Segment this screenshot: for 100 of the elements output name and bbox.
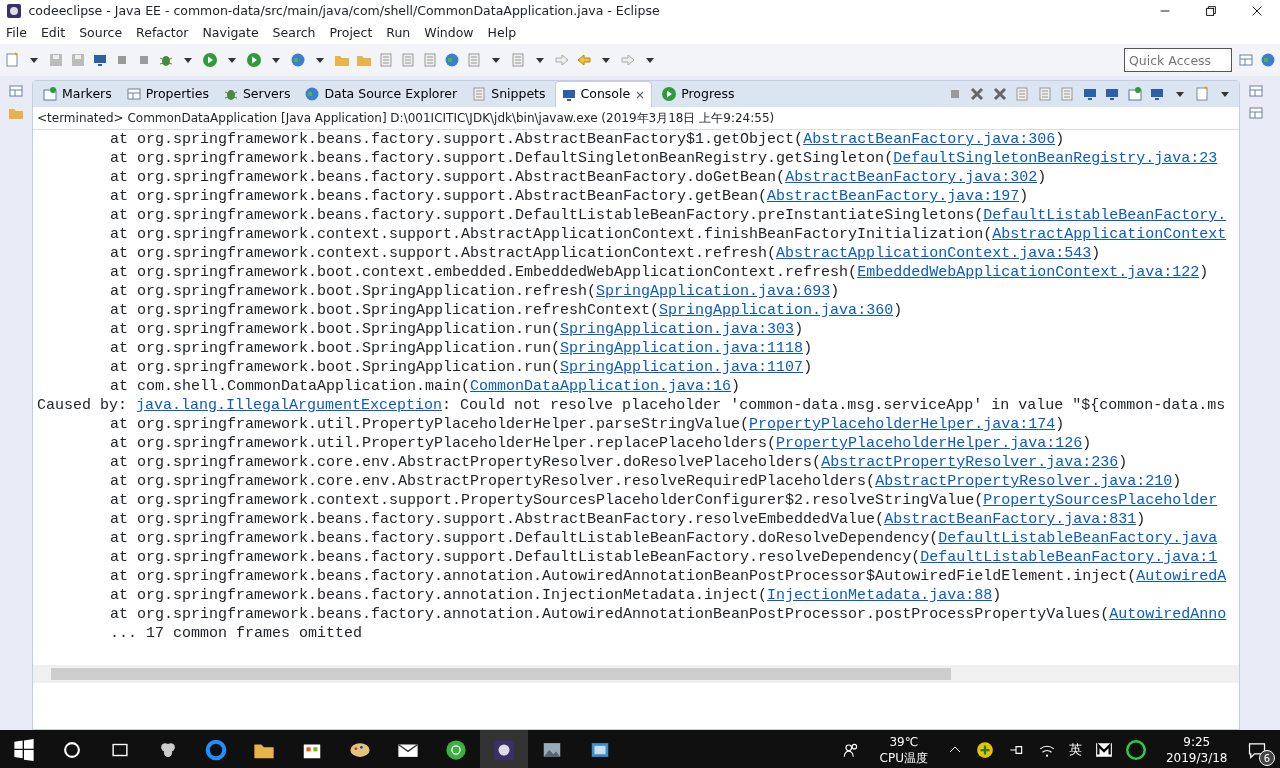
stack-trace-link[interactable]: AbstractPropertyResolver.java:210 [875,473,1173,490]
stack-trace-link[interactable]: SpringApplication.java:1107 [560,359,804,376]
close-icon[interactable] [1250,4,1264,18]
menu-item[interactable]: Navigate [202,23,259,43]
quick-access-field[interactable]: Quick Access [1124,48,1232,72]
stack-trace-link[interactable]: SpringApplication.java:360 [659,302,894,319]
menu-item[interactable]: File [6,23,27,43]
menu-item[interactable]: Project [329,23,373,43]
console-line: at org.springframework.util.PropertyPlaceholderHelper.replacePlaceholders( [110,435,777,452]
stack-trace-link[interactable]: EmbeddedWebApplicationContext.java:122 [857,264,1200,281]
start-icon[interactable] [13,739,35,761]
window-title: codeeclipse - Java EE - common-data/src/main/java/com/shell/CommonDataApplication.java - Eclipse [28,1,661,20]
app-logo-icon [6,3,22,19]
console-line: at org.springframework.beans.factory.support.AbstractBeanFactory.getBean( [110,188,768,205]
menu-item[interactable]: Help [487,23,517,43]
view-tab[interactable]: Snippets [466,81,551,107]
globe-icon[interactable] [290,52,306,68]
view-tab[interactable]: Progress [656,81,740,107]
stack-trace-link[interactable]: DefaultListableBeanFactory.java:1 [920,549,1218,566]
console-line: at org.springframework.beans.factory.annotation.InjectionMetadata.inject( [110,587,768,604]
view-tab[interactable]: Servers [217,81,296,107]
console-line: at org.springframework.beans.factory.support.AbstractBeanFactory$1.getObject( [110,131,804,148]
stack-trace-link[interactable]: PropertySourcesPlaceholder [983,492,1218,509]
view-tab[interactable]: Markers [37,81,117,107]
console-line: ) [1019,188,1029,205]
app-logo-icon[interactable] [493,739,515,761]
console-line: ) [731,378,741,395]
stack-trace-link[interactable]: AutowiredAnno [1109,606,1227,623]
console-line: ) [893,302,903,319]
console-line: at org.springframework.core.env.AbstractPropertyResolver.doResolvePlaceholders( [110,454,822,471]
menu-item[interactable]: Search [272,23,316,43]
stack-trace-link[interactable]: AutowiredA [1136,568,1227,585]
view-tab[interactable]: Properties [120,81,214,107]
console-line: at org.springframework.boot.SpringApplication.refreshContext( [110,302,660,319]
globe-icon[interactable] [444,52,460,68]
browser-icon[interactable] [205,739,227,761]
console-line: at org.springframework.beans.factory.support.AbstractBeanFactory.resolveEmbeddedValue( [110,511,885,528]
stack-trace-link[interactable]: DefaultSingletonBeanRegistry.java:23 [893,150,1218,167]
console-line: at org.springframework.boot.SpringApplication.refresh( [110,283,597,300]
notification-count[interactable]: 6 [1259,750,1275,767]
console-line: at org.springframework.beans.factory.support.AbstractBeanFactory.doGetBean( [110,169,786,186]
input-method-text[interactable]: 英 [1069,740,1083,760]
clock-date[interactable]: 2019/3/18 [1165,750,1228,766]
restore-icon[interactable] [1204,4,1218,18]
console-line: at org.springframework.util.PropertyPlaceholderHelper.parseStringValue( [110,416,750,433]
stack-trace-link[interactable]: AbstractBeanFactory.java:831 [884,511,1137,528]
console-line: at org.springframework.core.env.AbstractPropertyResolver.resolveRequiredPlaceholders( [110,473,876,490]
clock-time[interactable]: 9:25 [1183,734,1211,750]
menu-item[interactable]: Window [424,23,474,43]
menu-item[interactable]: Source [79,23,123,43]
stack-trace-link[interactable]: InjectionMetadata.java:88 [767,587,993,604]
stack-trace-link[interactable]: AbstractApplicationContext [992,226,1227,243]
plus-icon[interactable] [976,741,995,759]
stack-trace-link[interactable]: AbstractPropertyResolver.java:236 [821,454,1119,471]
console-line: at org.springframework.context.support.AbstractApplicationContext.refresh( [110,245,777,262]
view-icon [661,86,678,102]
console-line: at org.springframework.beans.factory.support.DefaultListableBeanFactory.preInstantiateSingletons( [110,207,984,224]
console-line: ) [830,283,840,300]
view-tab[interactable]: Console [554,81,653,107]
console-line: ) [794,321,804,338]
console-line: at org.springframework.beans.factory.annotation.AutowiredAnnotationBeanPostProcessor.postProcessPropertyValues( [110,606,1110,623]
mail-icon[interactable] [1095,741,1114,759]
console-line: Caused by: [37,397,128,414]
stack-trace-link[interactable]: java.lang.IllegalArgumentException [136,397,443,414]
console-line: at org.springframework.beans.factory.support.DefaultSingletonBeanRegistry.getSingleton( [110,150,894,167]
stack-trace-link[interactable]: DefaultListableBeanFactory. [983,207,1227,224]
stack-trace-link[interactable]: SpringApplication.java:1118 [560,340,804,357]
stack-trace-link[interactable]: AbstractApplicationContext.java:543 [776,245,1092,262]
perspective-icon[interactable] [1238,52,1254,68]
horizontal-scrollbar[interactable] [51,668,951,680]
view-tab[interactable]: Data Source Explorer [299,81,463,107]
stack-trace-link[interactable]: AbstractBeanFactory.java:302 [785,169,1038,186]
circle-icon[interactable] [1126,740,1147,760]
run-icon[interactable] [246,52,262,68]
stack-trace-link[interactable]: AbstractBeanFactory.java:197 [767,188,1020,205]
console-line: ) [1037,169,1047,186]
run-icon[interactable] [202,52,218,68]
stack-trace-link[interactable]: CommonDataApplication.java:16 [470,378,732,395]
console-line: : Could not resolve placeholder 'common-data.msg.serviceApp' in value "${common-data.ms [442,397,1226,414]
menu-item[interactable]: Edit [40,23,66,43]
console-line: ) [992,587,1002,604]
view-icon [471,86,488,102]
console-line: ) [803,359,813,376]
console-line: ) [1199,264,1209,281]
stack-trace-link[interactable]: AbstractBeanFactory.java:306 [803,131,1056,148]
console-line: ) [1055,416,1065,433]
stack-trace-link[interactable]: PropertyPlaceholderHelper.java:174 [749,416,1056,433]
stack-trace-link[interactable]: SpringApplication.java:303 [560,321,795,338]
temperature-text: 39℃ [889,734,919,750]
stack-trace-link[interactable]: SpringApplication.java:693 [596,283,831,300]
stack-trace-link[interactable]: PropertyPlaceholderHelper.java:126 [776,435,1083,452]
menu-item[interactable]: Run [386,23,411,43]
console-line: at org.springframework.context.support.AbstractApplicationContext.finishBeanFactoryInitialization( [110,226,993,243]
monitor-icon[interactable] [92,52,108,68]
menu-item[interactable]: Refactor [136,23,189,43]
view-icon [42,86,58,102]
stack-trace-link[interactable]: DefaultListableBeanFactory.java [938,530,1218,547]
search-icon[interactable] [61,739,83,761]
console-line: at org.springframework.boot.SpringApplication.run( [110,340,561,357]
console-line: ) [1091,245,1101,262]
